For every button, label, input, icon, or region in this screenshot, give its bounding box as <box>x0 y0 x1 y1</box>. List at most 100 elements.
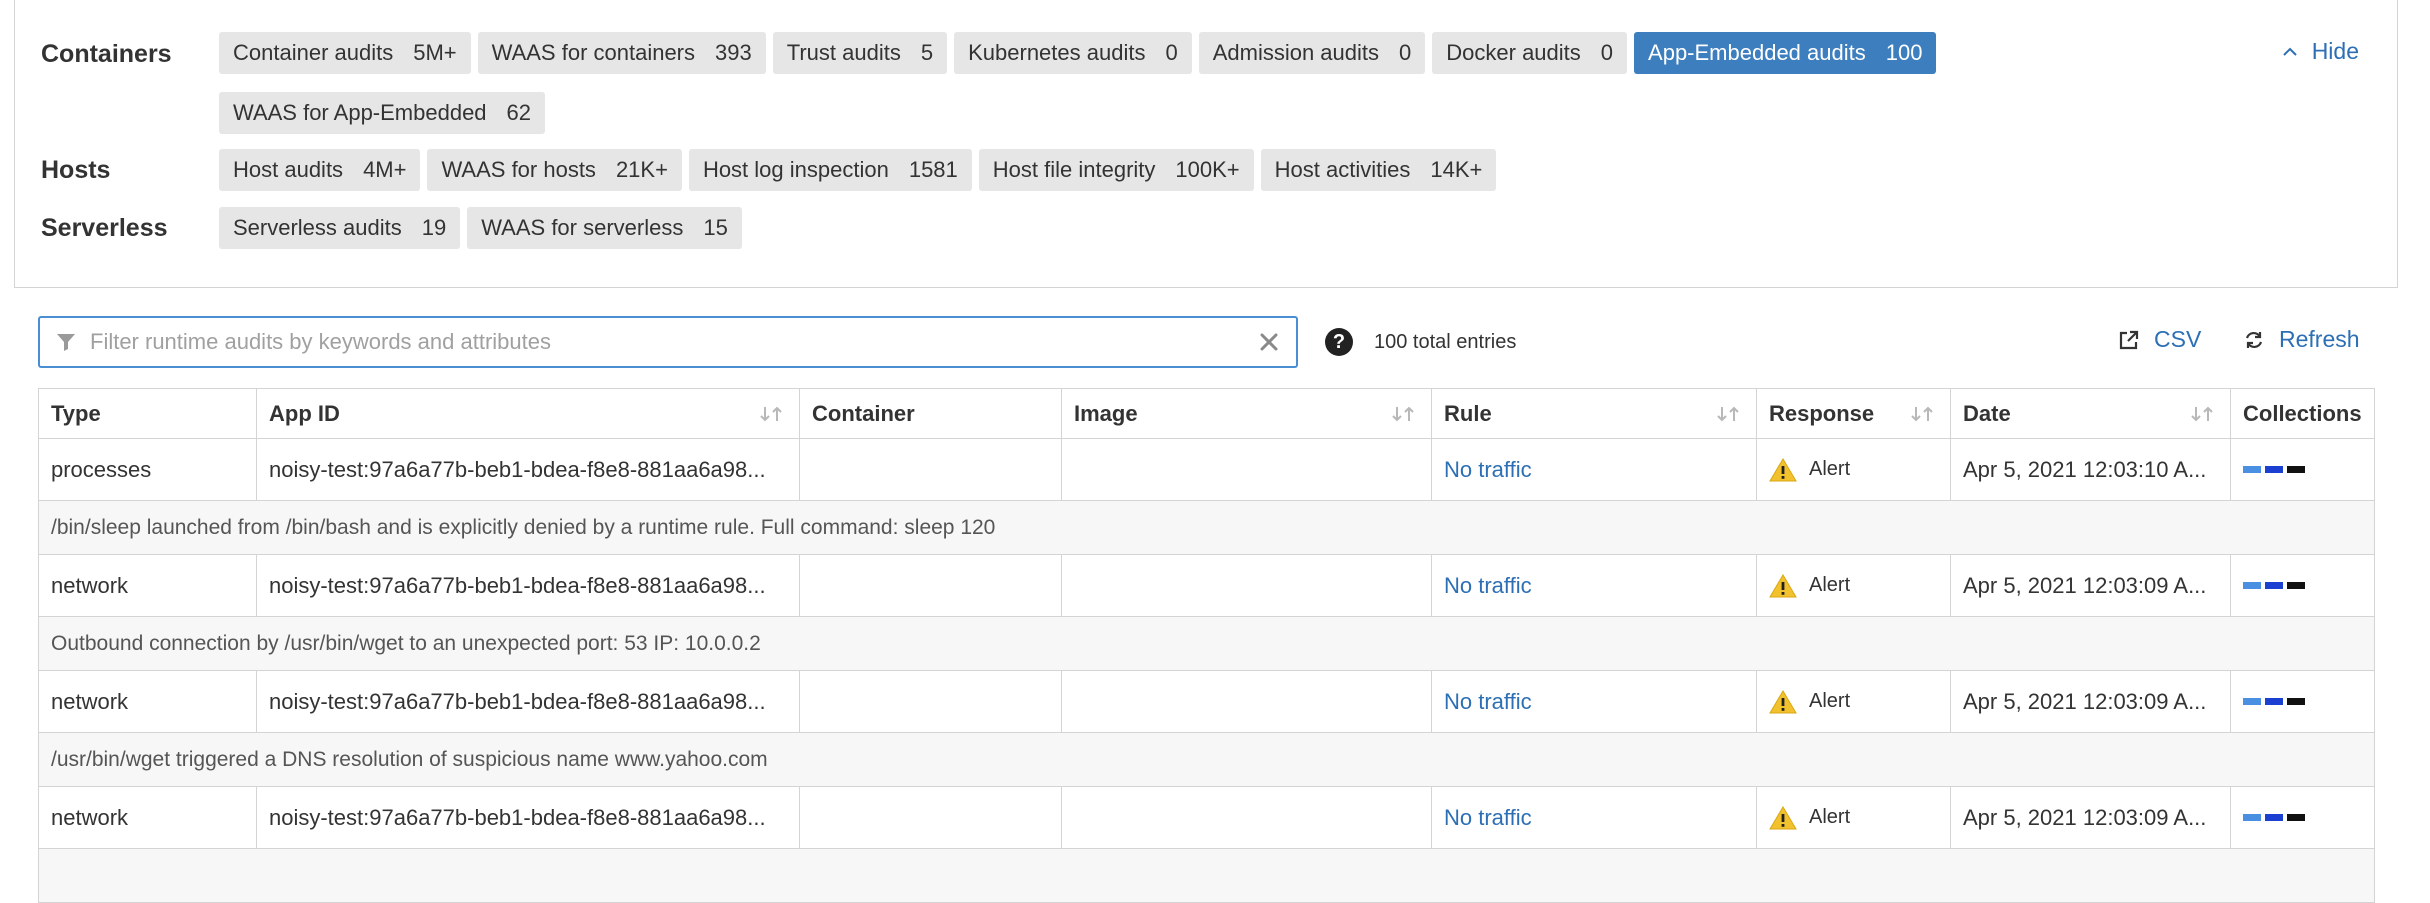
column-header-date[interactable]: Date <box>1950 388 2231 439</box>
refresh-button[interactable]: Refresh <box>2243 326 2360 353</box>
category-label-serverless: Serverless <box>41 214 168 242</box>
filter-input[interactable] <box>90 322 1258 362</box>
collection-swatch <box>2287 582 2305 589</box>
cell-rule: No traffic <box>1431 670 1757 733</box>
cell-collections <box>2230 786 2375 849</box>
sort-arrows-icon[interactable] <box>757 404 787 424</box>
rule-link[interactable]: No traffic <box>1444 805 1532 830</box>
row-description: /bin/sleep launched from /bin/bash and i… <box>38 500 2375 555</box>
cell-container <box>799 670 1062 733</box>
response-label: Alert <box>1809 806 1851 828</box>
response-label: Alert <box>1809 690 1851 712</box>
refresh-icon <box>2245 331 2263 348</box>
total-entries: 100 total entries <box>1374 331 1517 353</box>
chip-host-log-inspection[interactable]: Host log inspection 1581 <box>688 149 972 191</box>
cell-date: Apr 5, 2021 12:03:10 A... <box>1950 438 2231 501</box>
question-circle-icon[interactable]: ? <box>1325 328 1353 356</box>
chip-serverless-audits[interactable]: Serverless audits 19 <box>219 207 461 249</box>
cell-response: Alert <box>1756 438 1951 501</box>
table-row[interactable]: processes noisy-test:97a6a77b-beb1-bdea-… <box>38 438 2375 501</box>
cell-collections <box>2230 670 2375 733</box>
chip-trust-audits[interactable]: Trust audits 5 <box>772 32 948 74</box>
cell-image <box>1061 786 1432 849</box>
external-link-icon <box>2119 330 2139 349</box>
cell-app-id: noisy-test:97a6a77b-beb1-bdea-f8e8-881aa… <box>256 670 800 733</box>
chip-host-audits[interactable]: Host audits 4M+ <box>219 149 421 191</box>
collection-swatch <box>2243 814 2261 821</box>
csv-button[interactable]: CSV <box>2118 326 2201 353</box>
cell-app-id: noisy-test:97a6a77b-beb1-bdea-f8e8-881aa… <box>256 554 800 617</box>
cell-response: Alert <box>1756 786 1951 849</box>
rule-link[interactable]: No traffic <box>1444 573 1532 598</box>
cell-type: network <box>38 786 257 849</box>
cell-container <box>799 438 1062 501</box>
cell-container <box>799 786 1062 849</box>
funnel-icon <box>57 334 75 351</box>
collections-swatches <box>2243 582 2362 589</box>
chip-app-embedded-audits[interactable]: App-Embedded audits 100 <box>1634 32 1937 74</box>
chip-host-file-integrity[interactable]: Host file integrity 100K+ <box>978 149 1254 191</box>
sort-arrows-icon[interactable] <box>2188 404 2218 424</box>
table-row[interactable]: network noisy-test:97a6a77b-beb1-bdea-f8… <box>38 786 2375 849</box>
chip-waas-containers[interactable]: WAAS for containers 393 <box>477 32 766 74</box>
column-header-response[interactable]: Response <box>1756 388 1951 439</box>
cell-date: Apr 5, 2021 12:03:09 A... <box>1950 786 2231 849</box>
column-header-rule[interactable]: Rule <box>1431 388 1757 439</box>
column-header-app-id[interactable]: App ID <box>256 388 800 439</box>
table-row[interactable]: network noisy-test:97a6a77b-beb1-bdea-f8… <box>38 554 2375 617</box>
warning-triangle-icon <box>1769 457 1797 481</box>
rule-link[interactable]: No traffic <box>1444 689 1532 714</box>
cell-type: network <box>38 670 257 733</box>
column-header-type[interactable]: Type <box>38 388 257 439</box>
cell-response: Alert <box>1756 554 1951 617</box>
collections-swatches <box>2243 814 2362 821</box>
cell-rule: No traffic <box>1431 554 1757 617</box>
hide-button[interactable]: Hide <box>2282 38 2359 65</box>
chip-waas-serverless[interactable]: WAAS for serverless 15 <box>467 207 742 249</box>
chips-row-serverless: Serverless audits 19 WAAS for serverless 1… <box>219 207 742 249</box>
chevron-up-icon <box>2282 47 2297 56</box>
cell-app-id: noisy-test:97a6a77b-beb1-bdea-f8e8-881aa… <box>256 438 800 501</box>
chip-container-audits[interactable]: Container audits 5M+ <box>219 32 471 74</box>
close-icon[interactable] <box>1258 331 1280 353</box>
chip-waas-hosts[interactable]: WAAS for hosts 21K+ <box>427 149 682 191</box>
collection-swatch <box>2287 814 2305 821</box>
collection-swatch <box>2265 698 2283 705</box>
collection-swatch <box>2243 582 2261 589</box>
collections-swatches <box>2243 698 2362 705</box>
chip-admission-audits[interactable]: Admission audits 0 <box>1198 32 1426 74</box>
table-header-row: Type App ID Container Image Rule Respons… <box>38 388 2375 439</box>
column-header-image[interactable]: Image <box>1061 388 1432 439</box>
response-label: Alert <box>1809 574 1851 596</box>
cell-type: processes <box>38 438 257 501</box>
collection-swatch <box>2243 466 2261 473</box>
chip-kubernetes-audits[interactable]: Kubernetes audits 0 <box>954 32 1192 74</box>
chip-docker-audits[interactable]: Docker audits 0 <box>1432 32 1628 74</box>
row-description <box>38 848 2375 903</box>
cell-app-id: noisy-test:97a6a77b-beb1-bdea-f8e8-881aa… <box>256 786 800 849</box>
sort-arrows-icon[interactable] <box>1908 404 1938 424</box>
category-label-hosts: Hosts <box>41 156 111 184</box>
chip-host-activities[interactable]: Host activities 14K+ <box>1260 149 1497 191</box>
chips-row-hosts: Host audits 4M+ WAAS for hosts 21K+ Host l… <box>219 149 1497 191</box>
collections-swatches <box>2243 466 2362 473</box>
warning-triangle-icon <box>1769 805 1797 829</box>
table-row[interactable]: network noisy-test:97a6a77b-beb1-bdea-f8… <box>38 670 2375 733</box>
sort-arrows-icon[interactable] <box>1389 404 1419 424</box>
audit-categories-panel: Containers Container audits 5M+ WAAS for … <box>14 0 2398 288</box>
cell-image <box>1061 554 1432 617</box>
cell-collections <box>2230 438 2375 501</box>
chip-waas-app-embedded[interactable]: WAAS for App-Embedded 62 <box>219 92 546 134</box>
column-header-collections[interactable]: Collections <box>2230 388 2375 439</box>
collection-swatch <box>2265 814 2283 821</box>
refresh-label: Refresh <box>2279 326 2360 352</box>
collection-swatch <box>2265 466 2283 473</box>
rule-link[interactable]: No traffic <box>1444 457 1532 482</box>
column-header-container[interactable]: Container <box>799 388 1062 439</box>
collection-swatch <box>2243 698 2261 705</box>
category-label-containers: Containers <box>41 40 172 68</box>
cell-date: Apr 5, 2021 12:03:09 A... <box>1950 554 2231 617</box>
sort-arrows-icon[interactable] <box>1714 404 1744 424</box>
collection-swatch <box>2287 698 2305 705</box>
warning-triangle-icon <box>1769 573 1797 597</box>
